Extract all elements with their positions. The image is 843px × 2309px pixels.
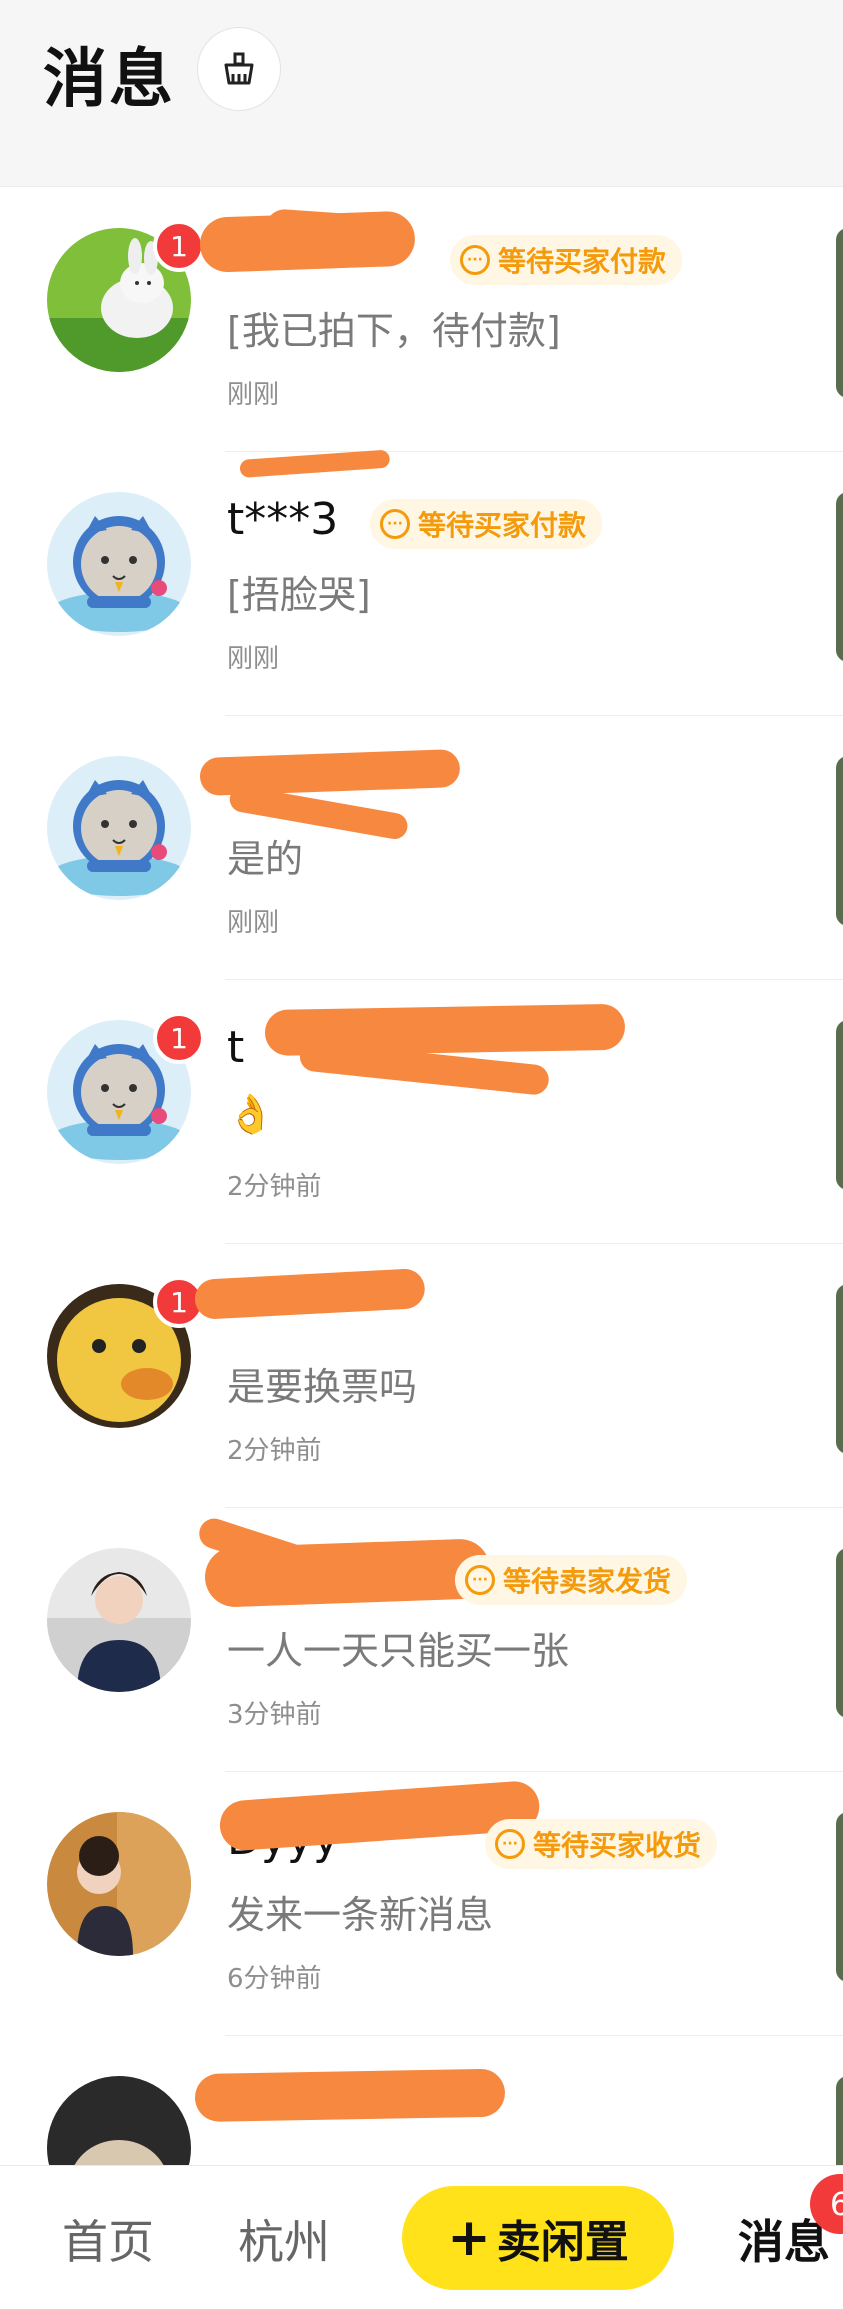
item-thumbnail (836, 1284, 843, 1454)
order-status-tag: ··· 等待卖家发货 (455, 1555, 688, 1605)
page-title: 消息 (43, 43, 175, 117)
item-thumbnail (836, 1812, 843, 1982)
message-preview: 是的 (227, 837, 304, 881)
chat-bubble-icon: ··· (460, 245, 490, 275)
sell-item-button[interactable]: + 卖闲置 (402, 2186, 674, 2290)
chat-bubble-icon: ··· (465, 1565, 495, 1595)
message-preview: [捂脸哭] (227, 573, 371, 617)
order-status-tag: ··· 等待买家付款 (450, 235, 683, 285)
order-status-tag: ··· 等待买家收货 (485, 1819, 718, 1869)
avatar (47, 1548, 191, 1692)
item-thumbnail (836, 228, 843, 398)
order-status-tag: ··· 等待买家付款 (370, 499, 603, 549)
conversation-row[interactable]: Dyyy ··· 等待买家收货 发来一条新消息 6分钟前 (0, 1772, 843, 2036)
message-preview: 👌 (227, 1092, 275, 1136)
plus-icon: + (447, 2208, 491, 2268)
message-preview: 发来一条新消息 (227, 1893, 494, 1937)
item-thumbnail (836, 1020, 843, 1190)
avatar (47, 1812, 191, 1956)
chat-bubble-icon: ··· (495, 1829, 525, 1859)
message-time: 6分钟前 (227, 1964, 322, 1994)
message-time: 刚刚 (227, 644, 280, 674)
conversation-row[interactable]: 1 t ··· 等待买家付款 [我已拍下，待付款] 刚刚 (0, 188, 843, 452)
conversation-row[interactable]: 1 是要换票吗 2分钟前 (0, 1244, 843, 1508)
nav-city[interactable]: 杭州 (238, 2206, 330, 2272)
item-thumbnail (836, 492, 843, 662)
header: 消息 (0, 0, 843, 187)
redaction-mark (239, 449, 391, 478)
unread-badge: 1 (153, 1012, 205, 1064)
broom-icon (224, 52, 254, 85)
contact-name: t***3 (227, 494, 339, 545)
avatar (47, 756, 191, 900)
message-time: 3分钟前 (227, 1700, 322, 1730)
message-time: 刚刚 (227, 908, 280, 938)
conversation-row[interactable]: 是的 刚刚 (0, 716, 843, 980)
nav-home[interactable]: 首页 (62, 2206, 154, 2272)
item-thumbnail (836, 1548, 843, 1718)
redaction-mark (193, 1267, 426, 1320)
contact-name: t (227, 1022, 245, 1073)
conversation-row[interactable]: ··· 等待卖家发货 一人一天只能买一张 3分钟前 (0, 1508, 843, 1772)
chat-bubble-icon: ··· (380, 509, 410, 539)
item-thumbnail (836, 756, 843, 926)
message-preview: 一人一天只能买一张 (227, 1629, 570, 1673)
message-time: 2分钟前 (227, 1436, 322, 1466)
conversation-row[interactable]: 1 t 👌 2分钟前 (0, 980, 843, 1244)
message-preview: [我已拍下，待付款] (227, 309, 561, 353)
message-preview: 是要换票吗 (227, 1365, 418, 1409)
message-time: 2分钟前 (227, 1172, 322, 1202)
message-time: 刚刚 (227, 380, 280, 410)
redaction-mark (194, 2068, 506, 2122)
avatar (47, 492, 191, 636)
bottom-nav: 首页 杭州 + 卖闲置 消息 6 (0, 2165, 843, 2309)
conversation-list: 1 t ··· 等待买家付款 [我已拍下，待付款] 刚刚 (0, 188, 843, 2300)
conversation-row[interactable]: t***3 ··· 等待买家付款 [捂脸哭] 刚刚 (0, 449, 843, 716)
unread-badge: 1 (153, 220, 205, 272)
clean-unread-button[interactable] (197, 27, 281, 111)
